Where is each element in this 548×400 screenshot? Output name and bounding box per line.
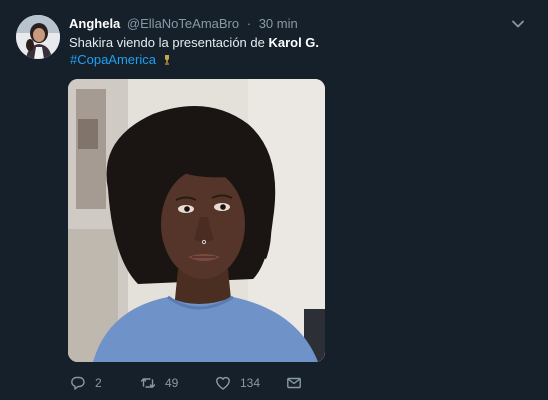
tweet-card[interactable]: Anghela @EllaNoTeAmaBro · 30 min Shakira… <box>0 0 548 400</box>
display-name[interactable]: Anghela <box>69 16 120 31</box>
heart-icon <box>216 376 230 390</box>
reply-count: 2 <box>95 376 102 390</box>
tweet-timestamp[interactable]: 30 min <box>259 16 298 31</box>
avatar[interactable] <box>16 15 60 59</box>
tweet-text: Shakira viendo la presentación de Karol … <box>69 34 319 51</box>
hashtag-link[interactable]: #CopaAmerica <box>70 52 156 67</box>
chevron-down-icon[interactable] <box>510 16 526 32</box>
trophy-icon <box>164 55 169 65</box>
tweet-photo[interactable] <box>68 79 325 362</box>
like-count: 134 <box>240 376 261 390</box>
direct-message-button[interactable] <box>286 374 302 392</box>
retweet-icon <box>140 378 156 388</box>
retweet-button[interactable]: 49 <box>140 374 178 392</box>
reply-icon <box>71 376 85 390</box>
hashtag-line: #CopaAmerica <box>70 52 172 68</box>
envelope-icon <box>287 377 301 389</box>
tweet-text-plain: Shakira viendo la presentación de <box>69 35 269 50</box>
user-handle[interactable]: @EllaNoTeAmaBro <box>127 16 239 31</box>
like-button[interactable]: 134 <box>215 374 260 392</box>
avatar-image <box>16 15 60 59</box>
retweet-count: 49 <box>165 376 179 390</box>
reply-button[interactable]: 2 <box>70 374 102 392</box>
tweet-header: Anghela @EllaNoTeAmaBro · 30 min <box>69 16 298 32</box>
tweet-text-bold: Karol G. <box>268 35 320 50</box>
separator-dot: · <box>246 16 252 31</box>
tweet-actions: 2 49 134 <box>70 374 320 392</box>
photo-image <box>68 79 325 362</box>
